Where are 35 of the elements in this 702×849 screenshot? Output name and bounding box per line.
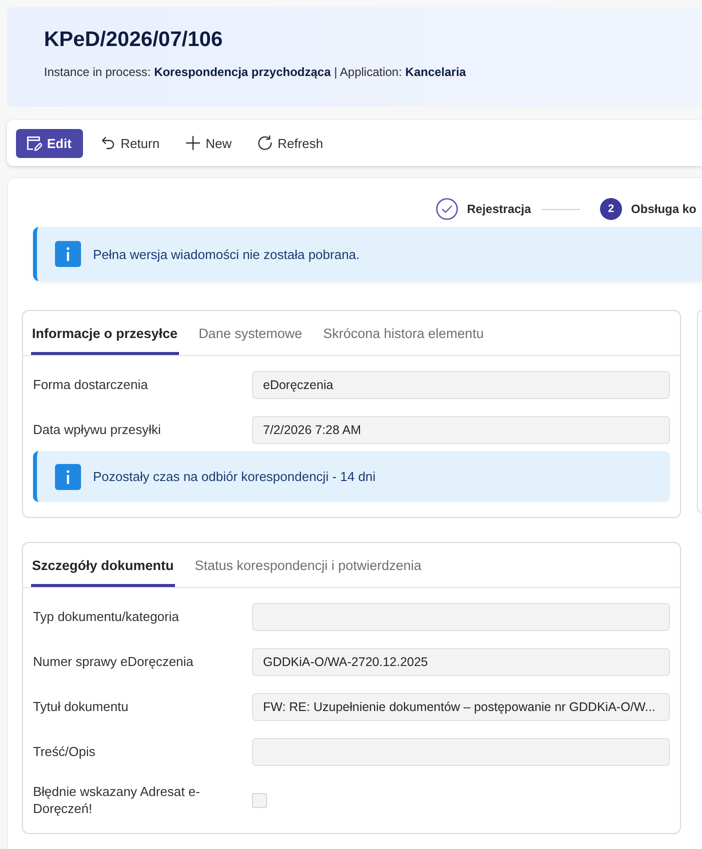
step-number: 2 bbox=[600, 198, 622, 220]
refresh-icon bbox=[256, 135, 273, 151]
text-field[interactable]: 7/2/2026 7:28 AM bbox=[252, 416, 670, 444]
new-button[interactable]: New bbox=[176, 128, 240, 158]
field-label: Data wpływu przesyłki bbox=[33, 421, 161, 438]
field-label: Błędnie wskazany Adresat e-Doręczeń! bbox=[33, 783, 201, 817]
tab[interactable]: Informacje o przesyłce bbox=[31, 311, 179, 355]
field-label: Treść/Opis bbox=[33, 743, 96, 760]
instance-info: Instance in process: Korespondencja przychodząca | Application: Kancelaria bbox=[44, 64, 467, 80]
tab[interactable]: Status korespondencji i potwierdzenia bbox=[194, 543, 422, 587]
field-label: Tytuł dokumentu bbox=[33, 698, 128, 715]
step-label: Obsługa ko bbox=[631, 202, 696, 216]
undo-arrow-icon bbox=[100, 135, 116, 151]
notice-text: Pozostały czas na odbiór korespondencji - 14 dni bbox=[93, 469, 376, 484]
field-label: Numer sprawy eDoręczenia bbox=[33, 653, 194, 670]
text-field[interactable]: FW: RE: Uzupełnienie dokumentów – postępowanie nr GDDKiA-O/W... bbox=[252, 693, 670, 721]
field-label: Typ dokumentu/kategoria bbox=[33, 608, 179, 625]
text-field[interactable] bbox=[252, 603, 670, 631]
refresh-button[interactable]: Refresh bbox=[248, 128, 332, 158]
tab[interactable]: Dane systemowe bbox=[198, 311, 304, 355]
record-title: KPeD/2026/07/106 bbox=[44, 27, 224, 53]
tab[interactable]: Szczegóły dokumentu bbox=[31, 543, 175, 587]
return-button[interactable]: Return bbox=[92, 128, 168, 158]
info-icon bbox=[55, 464, 81, 490]
tab[interactable]: Skrócona histora elementu bbox=[322, 311, 485, 355]
field-label: Forma dostarczenia bbox=[33, 376, 148, 393]
info-icon bbox=[55, 241, 81, 267]
text-field[interactable]: eDoręczenia bbox=[252, 371, 670, 399]
notice-text: Pełna wersja wiadomości nie została pobrana. bbox=[93, 246, 360, 262]
edit-icon bbox=[26, 135, 42, 151]
text-field[interactable]: GDDKiA-O/WA-2720.12.2025 bbox=[252, 648, 670, 676]
edit-button[interactable]: Edit bbox=[16, 128, 83, 158]
step-label: Rejestracja bbox=[467, 202, 532, 216]
plus-icon bbox=[184, 135, 201, 151]
text-field[interactable] bbox=[252, 738, 670, 766]
